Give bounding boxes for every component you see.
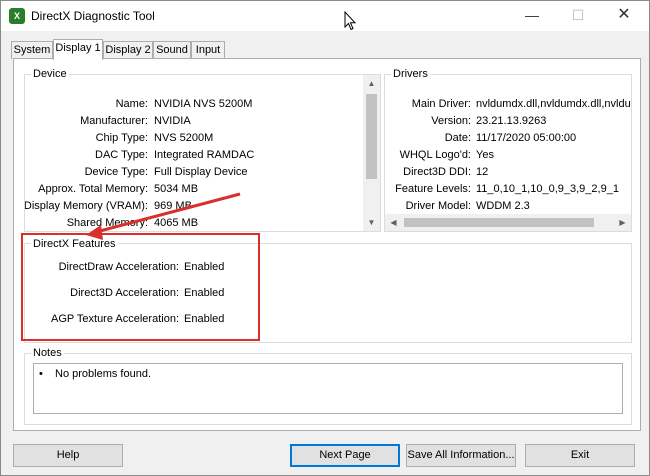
- device-row: Display Memory (VRAM): 969 MB: [25, 200, 363, 216]
- driver-label: Date:: [444, 132, 471, 144]
- close-button[interactable]: ✕: [601, 1, 647, 31]
- scrollbar-thumb[interactable]: [404, 218, 594, 227]
- device-label: Name:: [115, 98, 148, 110]
- tab-display-1[interactable]: Display 1: [53, 39, 103, 60]
- driver-value: 11_0,10_1,10_0,9_3,9_2,9_1: [476, 183, 619, 195]
- save-all-information-button[interactable]: Save All Information...: [406, 444, 516, 467]
- device-label: Device Type:: [84, 166, 148, 178]
- exit-button[interactable]: Exit: [525, 444, 635, 467]
- device-row: Device Type: Full Display Device: [25, 166, 363, 182]
- device-value: NVIDIA NVS 5200M: [154, 98, 253, 110]
- next-page-button[interactable]: Next Page: [290, 444, 400, 467]
- device-label: Chip Type:: [95, 132, 148, 144]
- bullet-icon: •: [39, 368, 43, 380]
- title-bar[interactable]: X DirectX Diagnostic Tool — ☐ ✕: [1, 1, 649, 31]
- device-value: 4065 MB: [154, 217, 199, 229]
- device-value: Integrated RAMDAC: [154, 149, 255, 161]
- driver-value: WDDM 2.3: [476, 200, 530, 212]
- scroll-up-icon[interactable]: ▲: [363, 75, 380, 92]
- device-row: Name: NVIDIA NVS 5200M: [25, 98, 363, 114]
- device-label: DAC Type:: [95, 149, 148, 161]
- notes-heading: Notes: [31, 347, 64, 359]
- device-label: Display Memory (VRAM):: [25, 200, 148, 212]
- mouse-cursor-icon: [344, 11, 356, 31]
- driver-row: Main Driver: nvldumdx.dll,nvldumdx.dll,n…: [385, 98, 631, 114]
- device-row: Approx. Total Memory: 5034 MB: [25, 183, 363, 199]
- annotation-highlight-box: [21, 233, 260, 341]
- driver-label: Feature Levels:: [395, 183, 471, 195]
- device-value: NVS 5200M: [154, 132, 214, 144]
- driver-value: Yes: [476, 149, 494, 161]
- drivers-list: Main Driver: nvldumdx.dll,nvldumdx.dll,n…: [385, 75, 631, 213]
- notes-textarea[interactable]: • No problems found.: [33, 363, 623, 414]
- tab-system[interactable]: System: [11, 41, 53, 59]
- driver-row: Feature Levels: 11_0,10_1,10_0,9_3,9_2,9…: [385, 183, 631, 199]
- driver-value: 11/17/2020 05:00:00: [476, 132, 577, 144]
- driver-label: Main Driver:: [411, 98, 471, 110]
- drivers-group: Drivers Main Driver: nvldumdx.dll,nvldum…: [384, 68, 632, 232]
- tab-input[interactable]: Input: [191, 41, 225, 59]
- driver-row: Direct3D DDI: 12: [385, 166, 631, 182]
- device-row: Shared Memory: 4065 MB: [25, 217, 363, 231]
- device-value: 5034 MB: [154, 183, 199, 195]
- scroll-right-icon[interactable]: ▶: [614, 214, 631, 231]
- device-label: Manufacturer:: [80, 115, 148, 127]
- device-value: NVIDIA: [154, 115, 191, 127]
- device-label: Shared Memory:: [66, 217, 148, 229]
- scroll-left-icon[interactable]: ◀: [385, 214, 402, 231]
- driver-value: 23.21.13.9263: [476, 115, 547, 127]
- device-scrollbar[interactable]: ▲ ▼: [363, 75, 380, 231]
- scroll-down-icon[interactable]: ▼: [363, 214, 380, 231]
- device-label: Approx. Total Memory:: [38, 183, 148, 195]
- help-button[interactable]: Help: [13, 444, 123, 467]
- driver-label: Direct3D DDI:: [403, 166, 471, 178]
- driver-label: WHQL Logo'd:: [399, 149, 471, 161]
- device-list: Name: NVIDIA NVS 5200M Manufacturer: NVI…: [25, 75, 363, 231]
- tab-display-2[interactable]: Display 2: [103, 41, 153, 59]
- note-text: No problems found.: [55, 368, 151, 380]
- tab-sound[interactable]: Sound: [153, 41, 191, 59]
- driver-value: nvldumdx.dll,nvldumdx.dll,nvldumdx.c: [476, 98, 631, 110]
- device-value: Full Display Device: [154, 166, 248, 178]
- device-row: DAC Type: Integrated RAMDAC: [25, 149, 363, 165]
- maximize-button[interactable]: ☐: [555, 1, 601, 31]
- driver-row: Version: 23.21.13.9263: [385, 115, 631, 131]
- driver-row: WHQL Logo'd: Yes: [385, 149, 631, 165]
- device-row: Manufacturer: NVIDIA: [25, 115, 363, 131]
- device-group: Device Name: NVIDIA NVS 5200M Manufactur…: [24, 68, 381, 232]
- notes-group: Notes • No problems found.: [24, 347, 632, 425]
- driver-value: 12: [476, 166, 489, 178]
- driver-label: Version:: [431, 115, 471, 127]
- drivers-hscrollbar[interactable]: ◀ ▶: [385, 214, 631, 231]
- scrollbar-thumb[interactable]: [366, 94, 377, 179]
- driver-label: Driver Model:: [405, 200, 471, 212]
- driver-row: Driver Model: WDDM 2.3: [385, 200, 631, 213]
- driver-row: Date: 11/17/2020 05:00:00: [385, 132, 631, 148]
- device-row: Chip Type: NVS 5200M: [25, 132, 363, 148]
- directx-icon: X: [9, 8, 25, 24]
- minimize-button[interactable]: —: [509, 1, 555, 31]
- device-value: 969 MB: [154, 200, 192, 212]
- window-title: DirectX Diagnostic Tool: [31, 9, 155, 23]
